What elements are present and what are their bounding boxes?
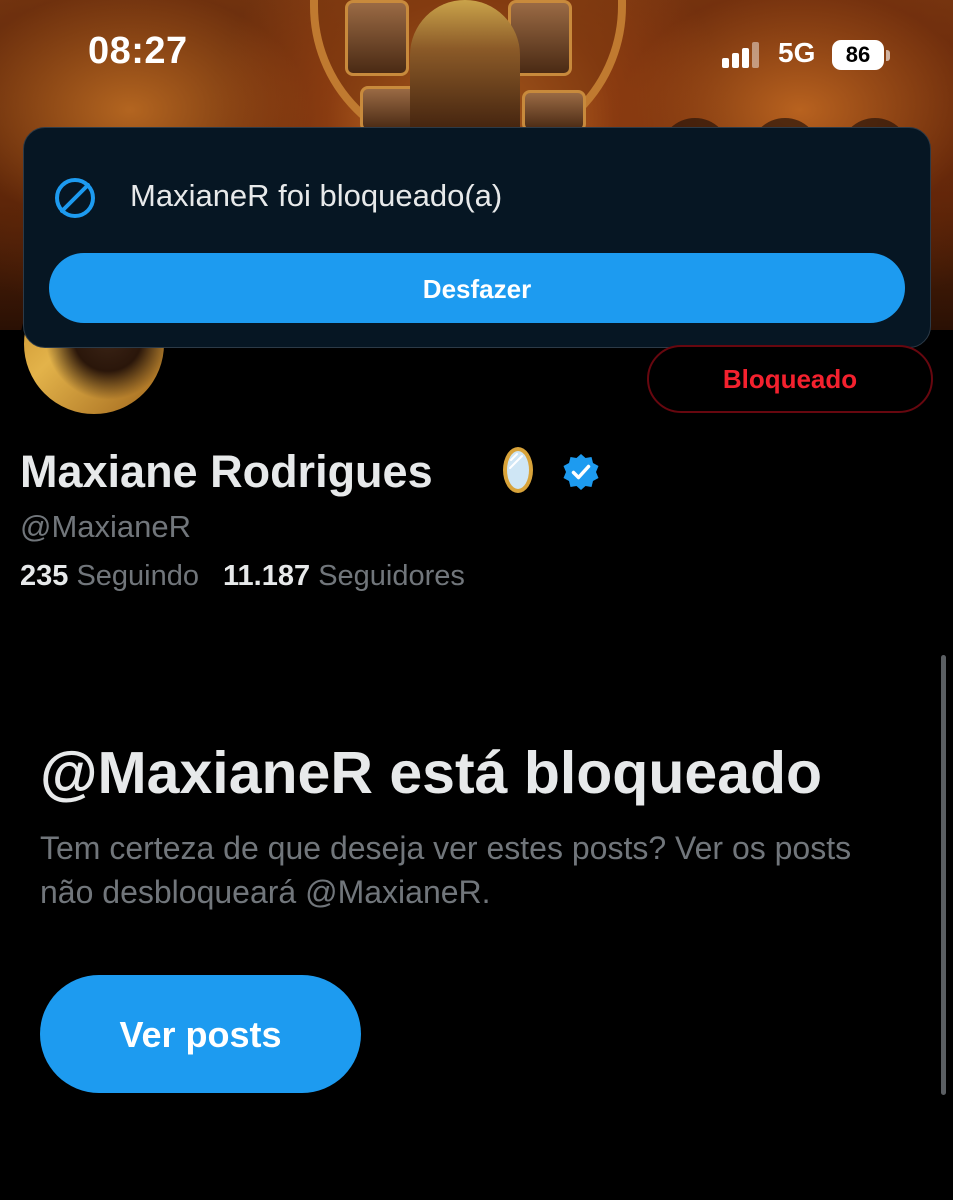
battery-icon: 86 bbox=[832, 40, 884, 70]
toast-message: MaxianeR foi bloqueado(a) bbox=[130, 178, 503, 213]
profile-handle: @MaxianeR bbox=[20, 509, 192, 544]
blocked-description: Tem certeza de que deseja ver estes post… bbox=[40, 830, 852, 910]
blocked-button[interactable]: Bloqueado bbox=[647, 345, 933, 413]
verified-badge-icon bbox=[563, 454, 599, 490]
blocked-title: @MaxianeR está bloqueado bbox=[40, 740, 823, 806]
block-icon bbox=[55, 178, 95, 218]
following-stat[interactable]: 235 Seguindo bbox=[20, 560, 199, 592]
profile-stats: 235 Seguindo 11.187 Seguidores bbox=[20, 556, 465, 596]
undo-button[interactable]: Desfazer bbox=[49, 253, 905, 323]
following-label: Seguindo bbox=[76, 560, 200, 592]
followers-count: 11.187 bbox=[223, 560, 311, 592]
following-count: 235 bbox=[20, 560, 69, 592]
mirror-icon bbox=[503, 447, 533, 493]
signal-strength-icon bbox=[722, 40, 768, 68]
followers-label: Seguidores bbox=[318, 560, 465, 592]
view-posts-button[interactable]: Ver posts bbox=[40, 975, 361, 1093]
followers-stat[interactable]: 11.187 Seguidores bbox=[223, 560, 465, 592]
scrollbar[interactable] bbox=[941, 655, 946, 1095]
network-type: 5G bbox=[778, 37, 816, 68]
status-bar: 08:27 5G 86 bbox=[0, 0, 953, 110]
profile-display-name: Maxiane Rodrigues bbox=[20, 446, 433, 497]
status-time: 08:27 bbox=[88, 30, 188, 72]
battery-tip bbox=[886, 50, 890, 61]
